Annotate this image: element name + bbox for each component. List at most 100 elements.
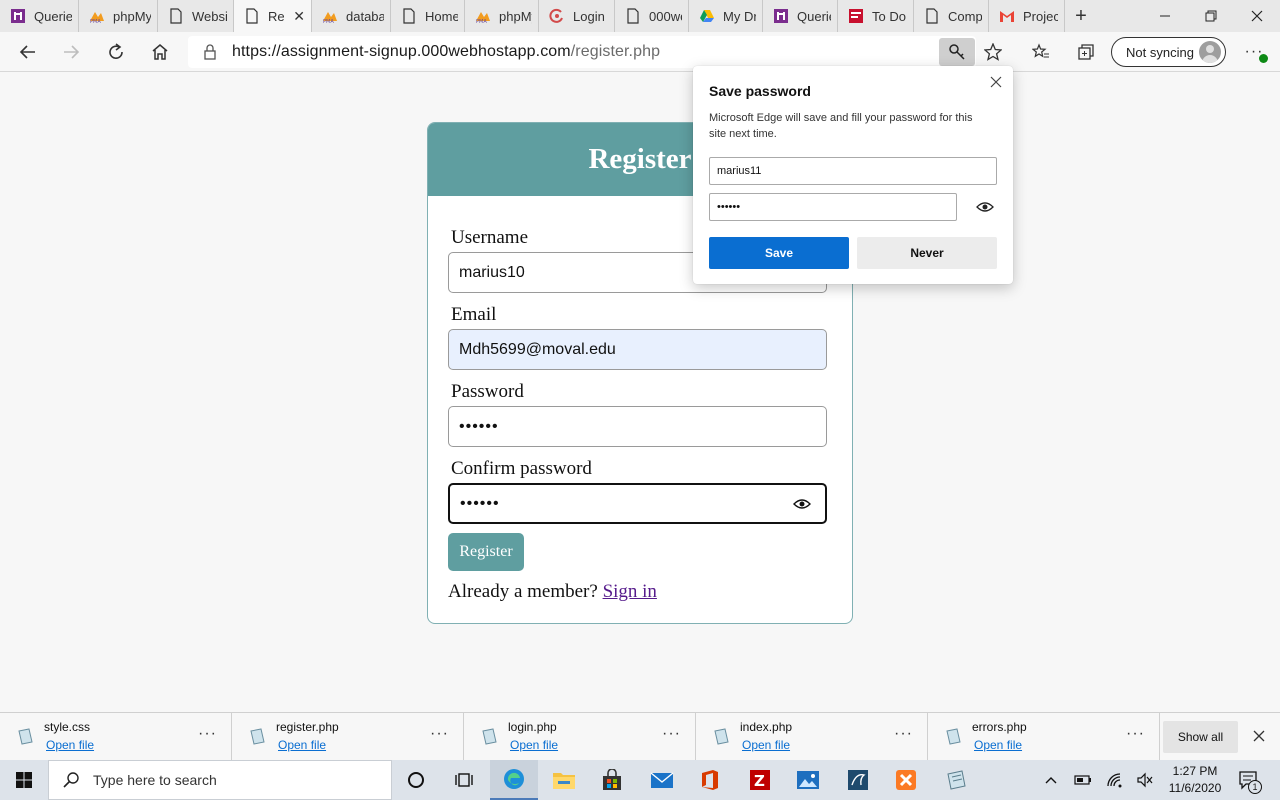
password-field[interactable]: ••••••	[448, 406, 827, 447]
taskbar-notepad[interactable]	[932, 760, 980, 800]
never-button[interactable]: Never	[857, 237, 997, 269]
close-tab-icon[interactable]: ✕	[293, 8, 305, 25]
taskbar-edge[interactable]	[490, 760, 538, 800]
more-options-icon[interactable]: ···	[198, 725, 217, 743]
volume-muted-icon[interactable]	[1134, 760, 1156, 800]
dialog-title: Save password	[709, 83, 811, 99]
tab-project[interactable]: Project	[989, 0, 1065, 32]
task-view-button[interactable]	[440, 760, 488, 800]
phpmyadmin-icon: PMA	[475, 8, 491, 24]
show-password-icon[interactable]	[976, 200, 994, 219]
new-tab-button[interactable]: +	[1065, 0, 1097, 32]
download-filename: errors.php	[972, 720, 1027, 734]
tab-phpmyadmin-2[interactable]: PMA phpMy	[465, 0, 539, 32]
tab-todo[interactable]: To Do	[838, 0, 914, 32]
wifi-icon[interactable]	[1104, 760, 1126, 800]
tab-queries-1[interactable]: Querie	[0, 0, 79, 32]
download-item-errors-php[interactable]: errors.php Open file ···	[928, 713, 1160, 761]
open-file-link[interactable]: Open file	[278, 738, 326, 752]
svg-text:PMA: PMA	[90, 19, 101, 24]
page-icon	[244, 8, 260, 24]
show-hidden-icons-button[interactable]	[1040, 760, 1062, 800]
collections-button[interactable]	[1070, 36, 1102, 68]
email-field[interactable]: Mdh5699@moval.edu	[448, 329, 827, 370]
saved-username-field[interactable]: marius11	[709, 157, 997, 185]
system-clock[interactable]: 1:27 PM 11/6/2020	[1160, 763, 1230, 797]
home-button[interactable]	[144, 36, 176, 68]
tab-queries-2[interactable]: Querie	[763, 0, 838, 32]
page-icon	[625, 8, 641, 24]
tab-register[interactable]: Re ✕	[234, 0, 312, 32]
favorite-button[interactable]	[977, 36, 1009, 68]
profile-sync-button[interactable]: Not syncing	[1111, 37, 1226, 67]
taskbar-office[interactable]	[686, 760, 734, 800]
close-downloads-icon[interactable]	[1250, 727, 1268, 745]
refresh-button[interactable]	[100, 36, 132, 68]
back-button[interactable]	[12, 36, 44, 68]
cortana-icon	[408, 772, 424, 788]
reveal-password-icon[interactable]	[793, 497, 811, 516]
download-item-register-php[interactable]: register.php Open file ···	[232, 713, 464, 761]
sign-in-link[interactable]: Sign in	[603, 581, 657, 602]
settings-menu-button[interactable]: ···	[1238, 36, 1270, 68]
password-key-button[interactable]	[939, 38, 975, 66]
xampp-icon	[896, 770, 916, 790]
taskbar-photos[interactable]	[784, 760, 832, 800]
confirm-password-field[interactable]: ••••••	[448, 483, 827, 524]
edge-icon	[504, 769, 524, 789]
open-file-link[interactable]: Open file	[510, 738, 558, 752]
more-options-icon[interactable]: ···	[894, 725, 913, 743]
cortana-button[interactable]	[392, 760, 440, 800]
save-password-button[interactable]: Save	[709, 237, 849, 269]
tab-website[interactable]: Websit	[158, 0, 234, 32]
taskbar-filezilla[interactable]: Z	[736, 760, 784, 800]
open-file-link[interactable]: Open file	[742, 738, 790, 752]
taskbar-mail[interactable]	[638, 760, 686, 800]
battery-icon[interactable]	[1072, 760, 1094, 800]
forward-button[interactable]	[55, 36, 87, 68]
saved-password-field[interactable]: ••••••	[709, 193, 957, 221]
tab-strip: Querie PMA phpMy Websit Re ✕ PMA databa …	[0, 0, 1280, 32]
close-icon[interactable]	[988, 74, 1004, 90]
address-bar[interactable]: https://assignment-signup.000webhostapp.…	[188, 36, 976, 68]
more-options-icon[interactable]: ···	[1126, 725, 1145, 743]
task-view-icon	[455, 773, 473, 787]
show-all-downloads-button[interactable]: Show all	[1163, 721, 1238, 753]
onenote-icon	[773, 8, 789, 24]
tab-label: 000we	[649, 8, 682, 24]
password-label: Password	[451, 381, 524, 402]
minimize-button[interactable]	[1142, 0, 1188, 32]
restore-button[interactable]	[1188, 0, 1234, 32]
tab-home[interactable]: Home	[391, 0, 465, 32]
open-file-link[interactable]: Open file	[46, 738, 94, 752]
taskbar-file-explorer[interactable]	[540, 760, 588, 800]
more-options-icon[interactable]: ···	[662, 725, 681, 743]
taskbar-store[interactable]	[588, 760, 636, 800]
save-password-dialog: Save password Microsoft Edge will save a…	[693, 66, 1013, 284]
dialog-description: Microsoft Edge will save and fill your p…	[709, 112, 973, 140]
download-item-index-php[interactable]: index.php Open file ···	[696, 713, 928, 761]
register-button[interactable]: Register	[448, 533, 524, 571]
tab-login[interactable]: Login t	[539, 0, 615, 32]
tab-complete[interactable]: Compl	[914, 0, 989, 32]
notification-center-button[interactable]: 1	[1234, 760, 1264, 800]
tab-my-drive[interactable]: My Dri	[689, 0, 763, 32]
open-file-link[interactable]: Open file	[974, 738, 1022, 752]
download-item-login-php[interactable]: login.php Open file ···	[464, 713, 696, 761]
store-bag-icon	[603, 769, 621, 790]
tab-database[interactable]: PMA databa	[312, 0, 391, 32]
favorites-button[interactable]	[1025, 36, 1057, 68]
close-window-button[interactable]	[1234, 0, 1280, 32]
start-button[interactable]	[0, 760, 48, 800]
tab-000webhost[interactable]: 000we	[615, 0, 689, 32]
download-item-style-css[interactable]: style.css Open file ···	[0, 713, 232, 761]
tab-phpmyadmin-1[interactable]: PMA phpMy	[79, 0, 158, 32]
taskbar-search-box[interactable]: Type here to search	[48, 760, 392, 800]
taskbar-xampp[interactable]	[882, 760, 930, 800]
taskbar-mysql-workbench[interactable]	[834, 760, 882, 800]
sync-status-label: Not syncing	[1126, 44, 1194, 60]
key-icon	[949, 44, 965, 60]
google-drive-icon	[699, 8, 715, 24]
more-options-icon[interactable]: ···	[430, 725, 449, 743]
page-icon	[168, 8, 184, 24]
